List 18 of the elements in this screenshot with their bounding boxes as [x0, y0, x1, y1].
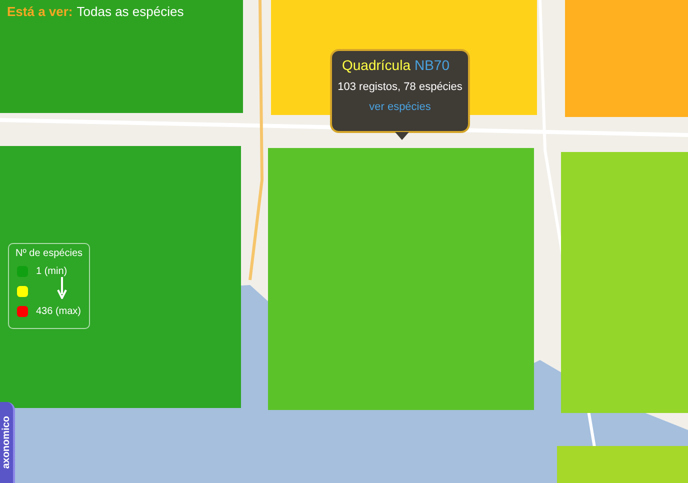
grid-square[interactable]: [0, 0, 243, 113]
grid-square[interactable]: [268, 148, 534, 410]
grid-square[interactable]: [0, 146, 241, 408]
cell-code: NB70: [414, 57, 450, 73]
popup-summary: 103 registos, 78 espécies: [338, 81, 462, 93]
popup-title: Quadrícula: [342, 57, 410, 73]
species-link[interactable]: ver espécies: [369, 101, 431, 113]
viewing-label: Está a ver:: [7, 4, 73, 19]
viewing-value: Todas as espécies: [76, 4, 184, 19]
grid-square[interactable]: [565, 0, 688, 117]
legend-title: Nº de espécies: [14, 248, 84, 259]
legend-label: 436 (max): [36, 306, 82, 316]
side-tab[interactable]: axonomico: [0, 402, 15, 483]
grid-square[interactable]: [557, 446, 688, 483]
side-tab-label: axonomico: [1, 416, 12, 469]
legend-label: 1 (min): [36, 266, 68, 276]
down-arrow-icon: [57, 277, 67, 299]
grid-square[interactable]: [561, 152, 688, 413]
